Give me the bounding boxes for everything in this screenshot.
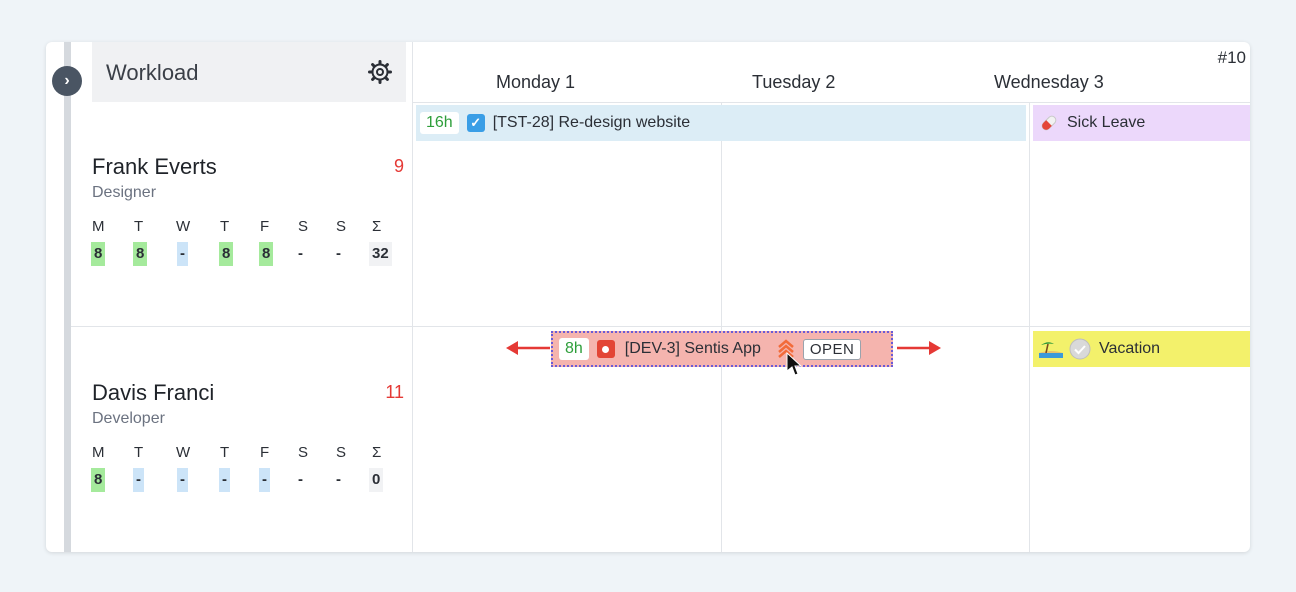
day-value: 8: [91, 242, 106, 266]
day-value: 0: [369, 468, 384, 492]
week-number: #10: [1217, 48, 1246, 67]
day-label: T: [134, 218, 144, 235]
arrow-left-icon: [506, 341, 550, 355]
chevron-right-icon[interactable]: ›: [52, 66, 82, 96]
checkbox-icon: ✓: [466, 114, 485, 132]
arrow-right-icon: [897, 341, 941, 355]
person-name: Davis Franci: [92, 380, 215, 405]
divider: [1029, 102, 1030, 552]
day-label: Σ: [372, 218, 382, 235]
day-value: -: [298, 471, 303, 488]
day-value: 8: [91, 468, 106, 492]
person-role: Designer: [92, 184, 157, 201]
person-frank-everts[interactable]: Frank Everts Designer 9 M 8 T 8 W - T 8 F 8 S…: [91, 154, 404, 274]
divider: [412, 42, 413, 552]
divider: [412, 102, 1250, 103]
day-label: Σ: [372, 444, 382, 461]
task-label: [DEV-3] Sentis App: [624, 340, 761, 357]
leave-label: Sick Leave: [1067, 114, 1146, 131]
day-value: -: [336, 471, 341, 488]
task-bar-tst-28[interactable]: 16h ✓ [TST-28] Re-design website: [416, 105, 1026, 141]
check-circle-icon: [1069, 338, 1091, 360]
task-label: [TST-28] Re-design website: [492, 114, 691, 131]
day-label: T: [220, 444, 230, 461]
day-value: -: [177, 468, 188, 492]
person-davis-franci[interactable]: Davis Franci Developer 11 M 8 T - W - T - F -…: [91, 380, 404, 500]
leave-label: Vacation: [1099, 340, 1161, 357]
task-bar-dev-3[interactable]: 8h [DEV-3] Sentis App OPEN: [551, 331, 893, 367]
status-badge: OPEN: [802, 338, 862, 360]
day-header-monday[interactable]: Monday 1: [496, 72, 575, 93]
day-value: 32: [369, 242, 392, 266]
workload-card: › Workload #10 Monday 1 Tuesday 2 Wednes…: [46, 42, 1250, 552]
day-label: F: [260, 444, 270, 461]
day-value: -: [177, 242, 188, 266]
mouse-cursor-icon: [786, 352, 803, 376]
day-label: W: [176, 218, 191, 235]
issue-count: 9: [393, 156, 404, 176]
day-value: 8: [133, 242, 148, 266]
day-label: W: [176, 444, 191, 461]
day-value: -: [259, 468, 270, 492]
vacation-bar[interactable]: Vacation: [1033, 331, 1250, 367]
day-value: -: [336, 245, 341, 262]
day-label: S: [298, 218, 309, 235]
collapse-rail[interactable]: [64, 42, 71, 552]
day-value: 8: [259, 242, 274, 266]
day-value: -: [133, 468, 144, 492]
person-role: Developer: [92, 410, 165, 427]
hours-badge: 16h: [420, 112, 459, 134]
day-value: -: [219, 468, 230, 492]
divider: [721, 102, 722, 552]
day-label: S: [336, 218, 347, 235]
day-label: M: [92, 218, 105, 235]
beach-icon: [1039, 340, 1063, 358]
bug-icon: [596, 340, 615, 358]
day-value: -: [298, 245, 303, 262]
day-label: S: [298, 444, 309, 461]
panel-title: Workload: [106, 60, 199, 85]
pill-icon: [1039, 113, 1059, 133]
day-header-wednesday[interactable]: Wednesday 3: [994, 72, 1104, 93]
day-label: M: [92, 444, 105, 461]
person-name: Frank Everts: [92, 154, 217, 179]
gear-icon[interactable]: [366, 58, 394, 86]
divider: [71, 326, 1250, 327]
workload-header: Workload: [92, 42, 406, 102]
day-label: F: [260, 218, 270, 235]
issue-count: 11: [385, 382, 404, 402]
day-header-tuesday[interactable]: Tuesday 2: [752, 72, 835, 93]
day-label: T: [220, 218, 230, 235]
sick-leave-bar[interactable]: Sick Leave: [1033, 105, 1250, 141]
day-label: T: [134, 444, 144, 461]
day-label: S: [336, 444, 347, 461]
hours-badge: 8h: [559, 338, 589, 360]
day-value: 8: [219, 242, 234, 266]
